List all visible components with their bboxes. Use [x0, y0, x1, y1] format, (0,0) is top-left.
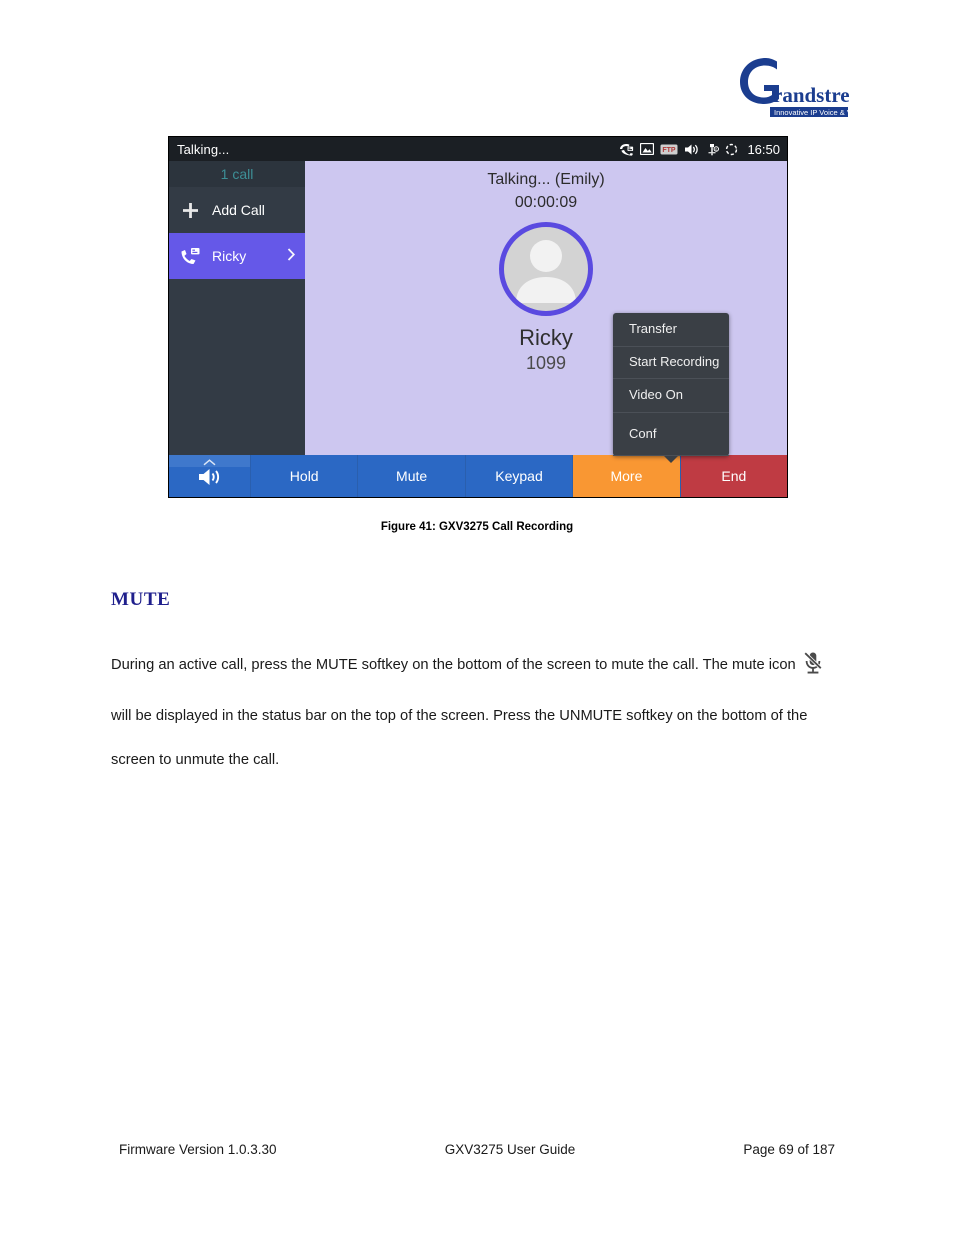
screen-body: 1 call Add Call Ricky Talking... (Emily)… [169, 161, 787, 463]
mute-microphone-icon [802, 650, 824, 694]
call-active-icon [179, 247, 201, 265]
status-bar-clock: 16:50 [747, 141, 780, 157]
sidebar-item-label: Ricky [212, 248, 247, 264]
footer-page: Page 69 of 187 [743, 1142, 835, 1157]
menu-item-video-on[interactable]: Video On [613, 379, 729, 413]
footer-guide: GXV3275 User Guide [444, 1142, 576, 1157]
add-call-button[interactable]: Add Call [169, 187, 305, 233]
keypad-softkey[interactable]: Keypad [465, 455, 574, 497]
call-status-text: Talking... (Emily) [487, 171, 605, 188]
svg-text:FTP: FTP [663, 147, 677, 154]
page-footer: Firmware Version 1.0.3.30 GXV3275 User G… [119, 1142, 835, 1157]
sidebar-item-ricky[interactable]: Ricky [169, 233, 305, 279]
avatar [499, 222, 593, 316]
menu-item-start-recording[interactable]: Start Recording [613, 347, 729, 379]
call-panel: Talking... (Emily) 00:00:09 Ricky 1099 T… [305, 161, 787, 463]
footer-firmware: Firmware Version 1.0.3.30 [119, 1142, 277, 1157]
status-bar: Talking... FTP 0 16:50 [169, 137, 787, 161]
menu-pointer [664, 455, 678, 463]
mute-softkey[interactable]: Mute [358, 455, 466, 497]
add-call-label: Add Call [212, 202, 265, 218]
call-missed-icon [619, 143, 634, 156]
paragraph-text-second: will be displayed in the status bar on t… [111, 708, 808, 768]
page-title: MUTE [111, 589, 171, 610]
grandstream-logo: randstream Innovative IP Voice & Video [730, 52, 850, 124]
chevron-right-icon [287, 248, 296, 264]
svg-text:Innovative IP Voice & Video: Innovative IP Voice & Video [774, 108, 850, 117]
svg-text:randstream: randstream [773, 83, 850, 107]
section-paragraph: During an active call, press the MUTE so… [111, 643, 844, 782]
end-softkey[interactable]: End [680, 455, 787, 497]
hold-softkey[interactable]: Hold [251, 455, 359, 497]
paragraph-text-first: During an active call, press the MUTE so… [111, 657, 796, 673]
ftp-icon: FTP [660, 144, 678, 155]
image-icon [640, 143, 655, 155]
speaker-softkey[interactable] [169, 455, 251, 497]
caller-number: 1099 [525, 353, 567, 373]
sync-icon [725, 143, 738, 156]
status-bar-title: Talking... [177, 141, 230, 157]
call-sidebar: 1 call Add Call Ricky [169, 161, 305, 455]
speaker-icon [197, 466, 223, 491]
status-bar-icons: FTP 0 16:50 [619, 142, 780, 157]
call-count-label: 1 call [169, 161, 305, 187]
menu-item-conf[interactable]: Conf [613, 413, 729, 456]
svg-text:0: 0 [716, 147, 718, 151]
chevron-up-icon [203, 453, 216, 469]
softkey-bar: Hold Mute Keypad More End [169, 455, 787, 497]
speaker-icon [684, 143, 699, 156]
phone-screenshot: Talking... FTP 0 16:50 1 call Add Call R… [168, 136, 788, 498]
usb-icon: 0 [705, 143, 720, 156]
call-timer: 00:00:09 [514, 194, 578, 211]
more-options-menu: Transfer Start Recording Video On Conf [613, 313, 729, 463]
caller-name: Ricky [519, 325, 573, 350]
speaker-expand-tab[interactable] [169, 455, 250, 467]
plus-icon [179, 201, 201, 220]
sidebar-empty-space [169, 279, 305, 455]
figure-caption: Figure 41: GXV3275 Call Recording [380, 521, 574, 533]
menu-item-transfer[interactable]: Transfer [613, 313, 729, 347]
person-avatar-icon [504, 227, 588, 311]
